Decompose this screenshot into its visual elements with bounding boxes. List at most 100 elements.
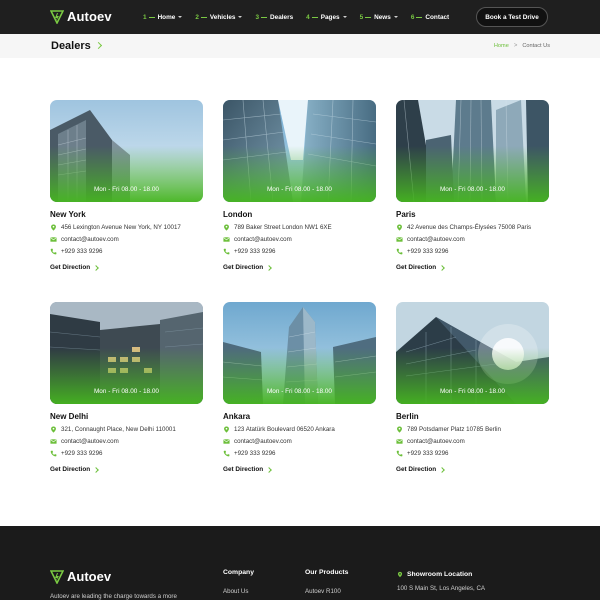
dealer-email: contact@autoev.com [396, 236, 549, 243]
footer-logo-text: Autoev [67, 569, 112, 584]
caret-down-icon [342, 16, 347, 18]
get-direction-link[interactable]: Get Direction [223, 264, 376, 271]
dealer-image: Mon - Fri 08.00 - 18.00 [223, 302, 376, 404]
map-pin-icon [397, 426, 402, 433]
breadcrumb-home-link[interactable]: Home [494, 43, 509, 49]
phone-icon [223, 248, 230, 255]
logo-icon [50, 9, 64, 24]
dealer-city: New Delhi [50, 412, 89, 421]
mail-icon [50, 439, 57, 444]
dealer-address: 42 Avenue des Champs-Élysées 75008 Paris [396, 224, 549, 231]
map-pin-icon [224, 224, 229, 231]
dealer-city: London [223, 210, 253, 219]
nav-label: Dealers [270, 13, 294, 21]
dealer-image: Mon - Fri 08.00 - 18.00 [396, 302, 549, 404]
dealer-email: contact@autoev.com [223, 438, 376, 445]
nav-label: Pages [320, 13, 340, 21]
nav-label: Contact [425, 13, 450, 21]
dealer-email: contact@autoev.com [50, 438, 203, 445]
chevron-right-icon [266, 264, 272, 271]
mail-icon [396, 237, 403, 242]
chevron-right-icon [93, 466, 99, 473]
breadcrumb-separator: > [513, 43, 518, 49]
site-logo[interactable]: Autoev [50, 9, 112, 24]
caret-down-icon [178, 16, 183, 18]
dealer-address: 123 Atatürk Boulevard 06520 Ankara [223, 426, 376, 433]
opening-hours: Mon - Fri 08.00 - 18.00 [93, 186, 159, 193]
opening-hours: Mon - Fri 08.00 - 18.00 [266, 186, 332, 193]
nav-label: Vehicles [209, 13, 236, 21]
opening-hours: Mon - Fri 08.00 - 18.00 [266, 388, 332, 395]
nav-item-contact[interactable]: 6 Contact [411, 14, 449, 21]
nav-item-pages[interactable]: 4 Pages [306, 13, 347, 21]
top-navbar: Autoev 1 Home 2 Vehicles 3 Dealers 4 Pag… [0, 0, 600, 34]
nav-item-news[interactable]: 5 News [360, 14, 398, 21]
mail-icon [396, 439, 403, 444]
footer-link-about-us[interactable]: About Us [223, 588, 248, 595]
dealer-phone: +929 333 9296 [50, 450, 203, 457]
dealer-image: Mon - Fri 08.00 - 18.00 [396, 100, 549, 202]
footer-showroom-title: Showroom Location [407, 571, 473, 578]
footer-showroom-address: 100 S Main St, Los Angeles, CA [397, 585, 486, 592]
dealer-address: 789 Baker Street London NW1 6XE [223, 224, 376, 231]
nav-item-dealers[interactable]: 3 Dealers [255, 14, 293, 21]
get-direction-link[interactable]: Get Direction [50, 264, 203, 271]
dealer-card: Mon - Fri 08.00 - 18.00 New York 456 Lex… [50, 100, 203, 271]
nav-label: News [374, 13, 391, 21]
get-direction-link[interactable]: Get Direction [396, 264, 549, 271]
opening-hours: Mon - Fri 08.00 - 18.00 [93, 388, 159, 395]
phone-icon [396, 248, 403, 255]
page-header: Dealers Home > Contact Us [0, 34, 600, 58]
dealer-address: 321, Connaught Place, New Delhi 110001 [50, 426, 203, 433]
mail-icon [223, 237, 230, 242]
logo-text: Autoev [67, 9, 112, 24]
dealer-city: Berlin [396, 412, 419, 421]
dealer-email: contact@autoev.com [396, 438, 549, 445]
nav-item-vehicles[interactable]: 2 Vehicles [195, 13, 243, 21]
opening-hours: Mon - Fri 08.00 - 18.00 [439, 388, 505, 395]
get-direction-link[interactable]: Get Direction [50, 466, 203, 473]
get-direction-link[interactable]: Get Direction [396, 466, 549, 473]
dealer-card: Mon - Fri 08.00 - 18.00 London 789 Baker… [223, 100, 376, 271]
main-nav: 1 Home 2 Vehicles 3 Dealers 4 Pages 5 Ne… [143, 0, 462, 34]
map-pin-icon [397, 224, 402, 231]
dealer-phone: +929 333 9296 [223, 450, 376, 457]
map-pin-icon [51, 224, 56, 231]
chevron-right-icon [266, 466, 272, 473]
caret-down-icon [393, 16, 398, 18]
dealer-card: Mon - Fri 08.00 - 18.00 Berlin 789 Potsd… [396, 302, 549, 473]
map-pin-icon [397, 571, 403, 578]
nav-item-home[interactable]: 1 Home [143, 13, 183, 21]
chevron-right-icon [94, 41, 103, 50]
dealer-email: contact@autoev.com [50, 236, 203, 243]
dealer-image: Mon - Fri 08.00 - 18.00 [223, 100, 376, 202]
mail-icon [223, 439, 230, 444]
mail-icon [50, 237, 57, 242]
dealer-email: contact@autoev.com [223, 236, 376, 243]
footer-link-autoev-r100[interactable]: Autoev R100 [305, 588, 341, 595]
dealer-card: Mon - Fri 08.00 - 18.00 New Delhi 321, C… [50, 302, 203, 473]
phone-icon [223, 450, 230, 457]
dealer-address: 789 Potsdamer Platz 10785 Berlin [396, 426, 549, 433]
opening-hours: Mon - Fri 08.00 - 18.00 [439, 186, 505, 193]
chevron-right-icon [439, 466, 445, 473]
dealer-city: Paris [396, 210, 416, 219]
footer-description: Autoev are leading the charge towards a … [50, 593, 177, 600]
footer-logo[interactable]: Autoev [50, 569, 111, 584]
get-direction-link[interactable]: Get Direction [223, 466, 376, 473]
book-test-drive-button[interactable]: Book a Test Drive [476, 7, 548, 27]
footer-products-title: Our Products [305, 569, 349, 576]
phone-icon [50, 248, 57, 255]
dealer-phone: +929 333 9296 [396, 248, 549, 255]
breadcrumb: Home > Contact Us [494, 43, 550, 49]
map-pin-icon [51, 426, 56, 433]
chevron-right-icon [439, 264, 445, 271]
breadcrumb-current: Contact Us [522, 43, 550, 49]
page-title: Dealers [51, 40, 91, 52]
dealer-phone: +929 333 9296 [396, 450, 549, 457]
dealer-address: 456 Lexington Avenue New York, NY 10017 [50, 224, 203, 231]
nav-label: Home [157, 13, 176, 21]
footer-company-title: Company [223, 569, 254, 576]
site-footer: Autoev Autoev are leading the charge tow… [0, 526, 600, 600]
dealer-city: New York [50, 210, 86, 219]
